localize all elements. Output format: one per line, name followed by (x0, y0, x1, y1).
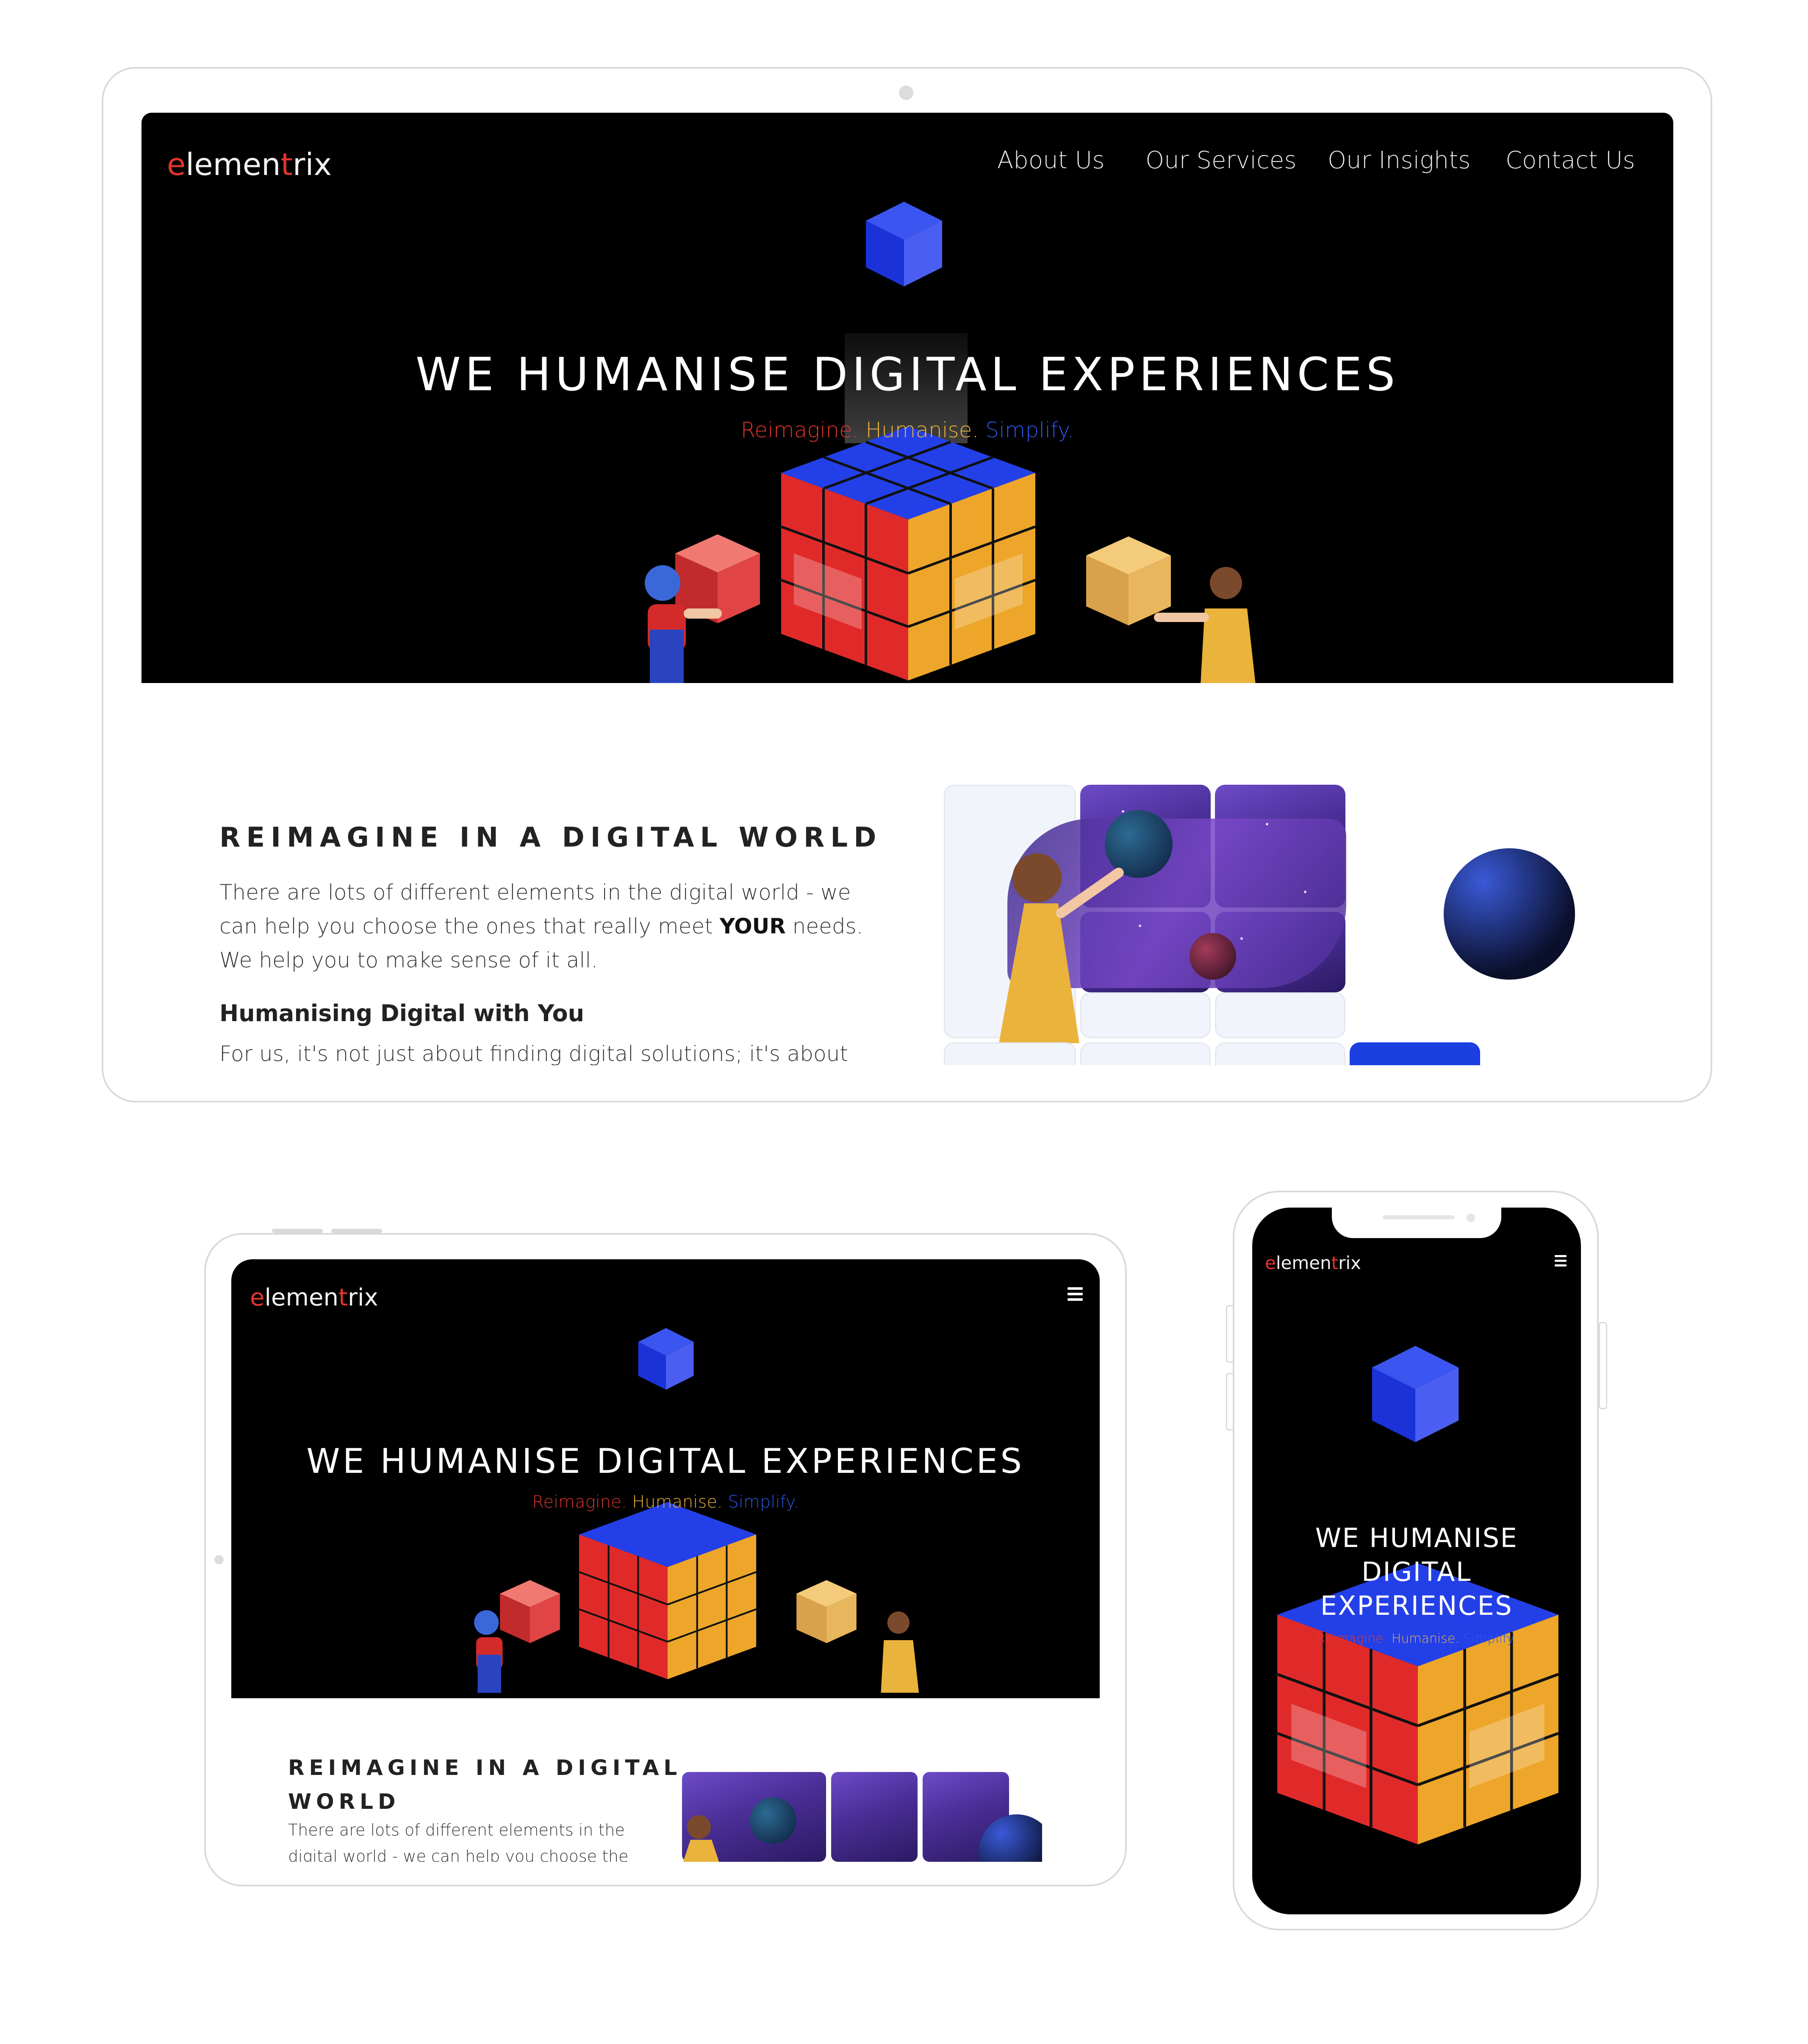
section-paragraph-2: For us, it's not just about finding digi… (219, 1041, 848, 1065)
tile (1215, 1042, 1345, 1065)
tile (831, 1772, 918, 1862)
tile (1080, 1042, 1211, 1065)
brand-logo[interactable]: elementrix (167, 147, 332, 182)
hero-banner: elementrix About Us Our Services Our Ins… (141, 113, 1673, 683)
phone-camera (1467, 1214, 1475, 1222)
tile (1215, 992, 1345, 1038)
nav-about-us[interactable]: About Us (997, 147, 1105, 174)
section-title: REIMAGINE IN A DIGITAL WORLD (219, 822, 882, 853)
brand-logo[interactable]: elementrix (1265, 1253, 1361, 1273)
camera-dot (899, 86, 913, 100)
hero-tagline: Reimagine. Humanise. Simplify. (740, 418, 1074, 442)
phone-button (1226, 1373, 1234, 1430)
tablet-camera (214, 1555, 224, 1564)
floating-cube-icon (638, 1328, 694, 1390)
hero-tagline: Reimagine. Humanise. Simplify. (532, 1492, 799, 1512)
person-left-illustration (645, 565, 722, 683)
planet (1444, 848, 1575, 980)
section-paragraph: There are lots of different elements in … (219, 880, 863, 972)
hero-title: WE HUMANISE DIGITAL EXPERIENCES (306, 1441, 1025, 1481)
tile (1350, 1042, 1480, 1065)
hero-title: WE HUMANISE DIGITAL EXPERIENCES (416, 348, 1399, 401)
hamburger-menu-icon[interactable] (1555, 1255, 1567, 1266)
planet (750, 1797, 796, 1844)
brand-logo[interactable]: elementrix (250, 1284, 378, 1311)
phone-screen: elementrix WE HUMANISE DIGITAL EXPERIENC… (1252, 1208, 1581, 1914)
phone-button (1226, 1305, 1234, 1363)
phone-speaker (1383, 1215, 1455, 1219)
desktop-screen: elementrix About Us Our Services Our Ins… (141, 113, 1673, 1065)
nav-contact-us[interactable]: Contact Us (1506, 147, 1635, 174)
space-illustration (944, 785, 1579, 1065)
tablet-button (331, 1229, 382, 1233)
section-subtitle: Humanising Digital with You (219, 1000, 585, 1027)
floating-cube-icon (866, 202, 942, 286)
person-reaching-illustration (999, 853, 1124, 1043)
floating-cube-icon (1372, 1346, 1459, 1442)
section-paragraph: There are lots of different elements in … (288, 1821, 629, 1862)
hamburger-menu-icon[interactable] (1068, 1287, 1083, 1301)
person-reaching-illustration (683, 1815, 719, 1862)
tile (944, 1042, 1076, 1065)
nav-our-insights[interactable]: Our Insights (1328, 147, 1470, 174)
hero-banner: elementrix WE HUMANISE DIGITAL EXPERIENC… (231, 1259, 1100, 1698)
tablet-button (272, 1229, 323, 1233)
hero-title: WE HUMANISE DIGITAL EXPERIENCES (1315, 1522, 1518, 1621)
section-title: REIMAGINE IN A DIGITAL WORLD (288, 1755, 682, 1814)
rubiks-cube-illustration (780, 426, 1036, 680)
phone-button (1599, 1322, 1607, 1409)
tablet-screen: elementrix WE HUMANISE DIGITAL EXPERIENC… (231, 1259, 1100, 1862)
person-right-illustration (881, 1611, 919, 1693)
person-right-illustration (1154, 567, 1256, 683)
planet (1190, 933, 1236, 980)
space-illustration (682, 1772, 1042, 1862)
nav-our-services[interactable]: Our Services (1145, 147, 1297, 174)
phone-notch (1332, 1208, 1501, 1238)
person-left-illustration (474, 1610, 503, 1693)
hero-tagline: Reimagine. Humanise. Simplify. (1317, 1631, 1517, 1646)
rubiks-cube-illustration (579, 1502, 757, 1680)
